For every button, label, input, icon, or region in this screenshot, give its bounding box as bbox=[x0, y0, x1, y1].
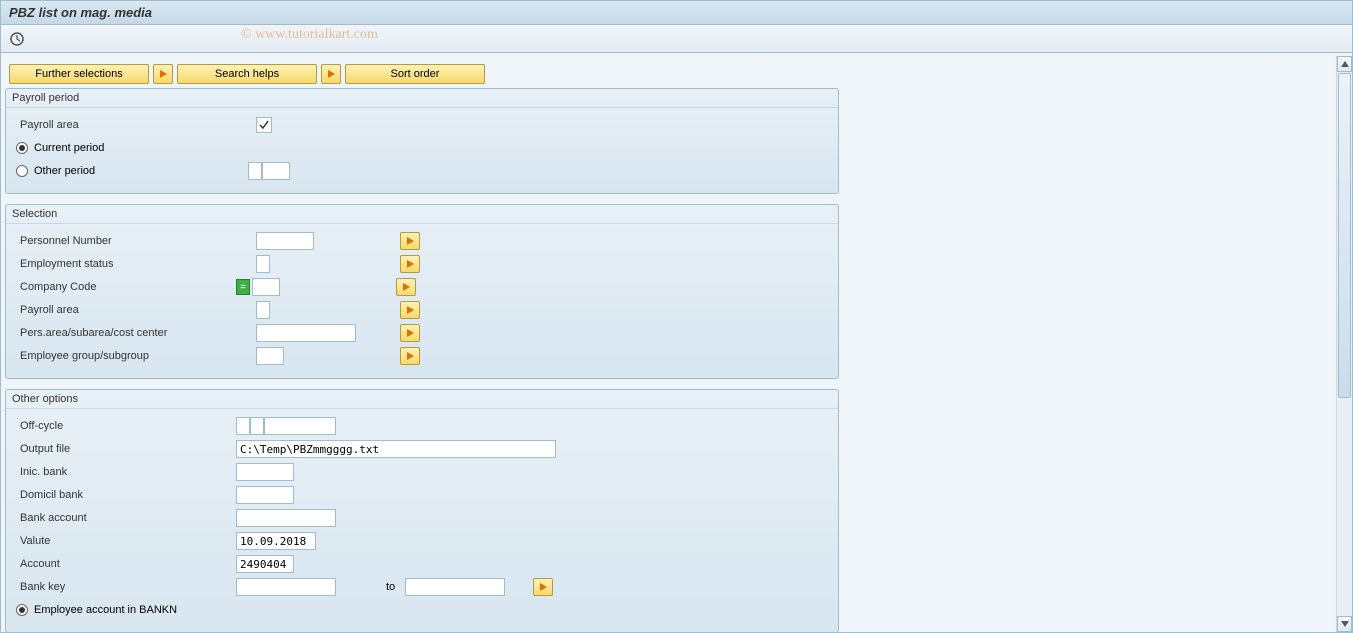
personnel-number-multi-button[interactable] bbox=[400, 232, 420, 250]
company-code-multi-button[interactable] bbox=[396, 278, 416, 296]
employment-status-multi-button[interactable] bbox=[400, 255, 420, 273]
arrow-right-icon bbox=[540, 583, 547, 591]
domicil-bank-input[interactable] bbox=[236, 486, 294, 504]
pers-area-label: Pers.area/subarea/cost center bbox=[16, 327, 236, 339]
sort-order-button[interactable]: Sort order bbox=[345, 64, 485, 84]
arrow-right-icon bbox=[328, 70, 335, 78]
valute-label: Valute bbox=[16, 535, 236, 547]
content-area: Further selections Search helps Sort ord… bbox=[1, 56, 1335, 632]
arrow-right-icon bbox=[407, 306, 414, 314]
scroll-up-button[interactable] bbox=[1337, 56, 1352, 72]
bank-account-input[interactable] bbox=[236, 509, 336, 527]
other-period-input-2[interactable] bbox=[262, 162, 290, 180]
account-label: Account bbox=[16, 558, 236, 570]
window-title: PBZ list on mag. media bbox=[1, 1, 1352, 25]
scroll-down-button[interactable] bbox=[1337, 616, 1352, 632]
execute-icon[interactable] bbox=[9, 31, 25, 47]
app-toolbar: © www.tutorialkart.com bbox=[1, 25, 1352, 53]
inic-bank-label: Inic. bank bbox=[16, 466, 236, 478]
pers-area-multi-button[interactable] bbox=[400, 324, 420, 342]
bank-key-to-input[interactable] bbox=[405, 578, 505, 596]
scrollbar-thumb[interactable] bbox=[1338, 73, 1351, 398]
bank-key-from-input[interactable] bbox=[236, 578, 336, 596]
arrow-right-icon bbox=[160, 70, 167, 78]
bank-account-label: Bank account bbox=[16, 512, 236, 524]
chevron-up-icon bbox=[1341, 61, 1349, 67]
other-period-input-1[interactable] bbox=[248, 162, 262, 180]
personnel-number-label: Personnel Number bbox=[16, 235, 236, 247]
arrow-right-icon bbox=[403, 283, 410, 291]
offcycle-label: Off-cycle bbox=[16, 420, 236, 432]
bank-key-label: Bank key bbox=[16, 581, 236, 593]
company-code-label: Company Code bbox=[16, 281, 236, 293]
chevron-down-icon bbox=[1341, 621, 1349, 627]
pers-area-input[interactable] bbox=[256, 324, 356, 342]
output-file-input[interactable] bbox=[236, 440, 556, 458]
personnel-number-input[interactable] bbox=[256, 232, 314, 250]
bank-key-multi-button[interactable] bbox=[533, 578, 553, 596]
other-options-group: Other options Off-cycle Output file Inic… bbox=[5, 389, 839, 632]
current-period-label: Current period bbox=[34, 142, 104, 154]
payroll-period-group: Payroll period Payroll area Current peri… bbox=[5, 88, 839, 194]
employee-group-input[interactable] bbox=[256, 347, 284, 365]
valute-input[interactable] bbox=[236, 532, 316, 550]
arrow-right-icon bbox=[407, 352, 414, 360]
offcycle-input-1[interactable] bbox=[236, 417, 250, 435]
sort-order-arrow-button[interactable] bbox=[321, 64, 341, 84]
search-helps-button[interactable]: Search helps bbox=[177, 64, 317, 84]
arrow-right-icon bbox=[407, 260, 414, 268]
employee-group-label: Employee group/subgroup bbox=[16, 350, 236, 362]
payroll-area-sel-label: Payroll area bbox=[16, 304, 236, 316]
arrow-right-icon bbox=[407, 237, 414, 245]
payroll-area-multi-button[interactable] bbox=[400, 301, 420, 319]
payroll-area-sel-input[interactable] bbox=[256, 301, 270, 319]
selection-group: Selection Personnel Number Employment st… bbox=[5, 204, 839, 379]
output-file-label: Output file bbox=[16, 443, 236, 455]
further-selections-button[interactable]: Further selections bbox=[9, 64, 149, 84]
other-period-label: Other period bbox=[34, 165, 248, 177]
employee-account-radio[interactable] bbox=[16, 604, 28, 616]
company-code-input[interactable] bbox=[252, 278, 280, 296]
scrollbar-track[interactable] bbox=[1337, 73, 1352, 615]
payroll-area-label: Payroll area bbox=[16, 119, 236, 131]
search-helps-arrow-button[interactable] bbox=[153, 64, 173, 84]
employee-account-label: Employee account in BANKN bbox=[34, 604, 177, 616]
payroll-area-validate-icon[interactable] bbox=[256, 117, 272, 133]
employee-group-multi-button[interactable] bbox=[400, 347, 420, 365]
arrow-right-icon bbox=[407, 329, 414, 337]
group-title: Other options bbox=[6, 390, 838, 409]
equals-indicator-icon[interactable]: = bbox=[236, 279, 250, 295]
group-title: Payroll period bbox=[6, 89, 838, 108]
domicil-bank-label: Domicil bank bbox=[16, 489, 236, 501]
current-period-radio[interactable] bbox=[16, 142, 28, 154]
action-button-row: Further selections Search helps Sort ord… bbox=[5, 64, 1331, 84]
offcycle-input-2[interactable] bbox=[250, 417, 264, 435]
employment-status-label: Employment status bbox=[16, 258, 236, 270]
other-period-radio[interactable] bbox=[16, 165, 28, 177]
inic-bank-input[interactable] bbox=[236, 463, 294, 481]
employment-status-input[interactable] bbox=[256, 255, 270, 273]
group-title: Selection bbox=[6, 205, 838, 224]
vertical-scrollbar[interactable] bbox=[1336, 56, 1352, 632]
offcycle-input-3[interactable] bbox=[264, 417, 336, 435]
watermark-text: © www.tutorialkart.com bbox=[241, 27, 378, 43]
to-label: to bbox=[386, 581, 395, 593]
account-input[interactable] bbox=[236, 555, 294, 573]
